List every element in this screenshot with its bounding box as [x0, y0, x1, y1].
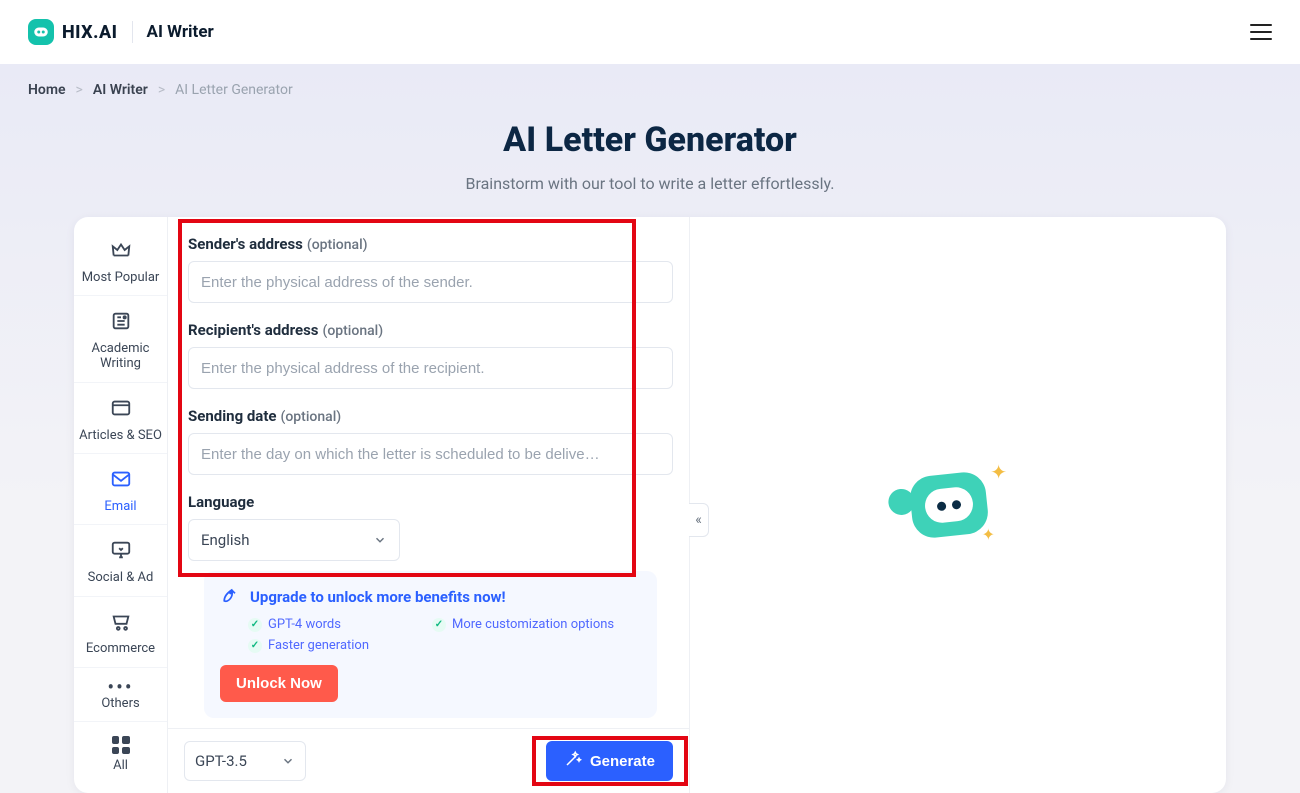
generate-button-label: Generate	[590, 753, 655, 770]
unlock-now-button[interactable]: Unlock Now	[220, 665, 338, 702]
crown-icon	[110, 239, 132, 266]
rail-ecommerce[interactable]: Ecommerce	[74, 597, 167, 668]
output-panel: « ✦ ✦	[690, 217, 1226, 793]
rail-email[interactable]: Email	[74, 454, 167, 525]
page-title: AI Letter Generator	[28, 120, 1272, 160]
language-value: English	[201, 531, 250, 549]
mascot-illustration: ✦ ✦	[903, 460, 1013, 550]
rail-all[interactable]: All	[74, 722, 167, 784]
rail-academic-writing[interactable]: Academic Writing	[74, 296, 167, 383]
sending-date-optional: (optional)	[281, 409, 342, 425]
header-divider	[132, 21, 133, 43]
rail-label: Academic Writing	[78, 341, 163, 372]
brand-logo-mark	[28, 19, 54, 45]
promo-feature: ✓GPT-4 words	[248, 617, 418, 632]
breadcrumb-sep: >	[158, 82, 165, 98]
sending-date-label: Sending date (optional)	[188, 407, 673, 425]
rail-label: Social & Ad	[88, 570, 154, 586]
upgrade-promo: Upgrade to unlock more benefits now! ✓GP…	[204, 571, 657, 718]
rail-articles-seo[interactable]: Articles & SEO	[74, 383, 167, 454]
language-select[interactable]: English	[188, 519, 400, 561]
breadcrumb-home[interactable]: Home	[28, 82, 66, 98]
collapse-form-toggle[interactable]: «	[689, 503, 709, 537]
sender-address-label: Sender's address (optional)	[188, 235, 673, 253]
promo-feature: ✓Faster generation	[248, 638, 418, 653]
breadcrumb-mid[interactable]: AI Writer	[93, 82, 148, 98]
sending-date-label-text: Sending date	[188, 407, 277, 425]
promo-feature: ✓More customization options	[432, 617, 641, 632]
field-recipient-address: Recipient's address (optional)	[188, 321, 673, 389]
sparkle-icon: ✦	[982, 525, 995, 544]
check-icon: ✓	[248, 618, 262, 632]
rail-most-popular[interactable]: Most Popular	[74, 225, 167, 296]
magic-wand-icon	[564, 750, 582, 772]
page-subtitle: Brainstorm with our tool to write a lett…	[28, 174, 1272, 193]
rail-label: Most Popular	[82, 270, 160, 286]
page-top: Home > AI Writer > AI Letter Generator A…	[0, 64, 1300, 793]
sparkle-icon: ✦	[990, 460, 1007, 484]
rail-others[interactable]: ••• Others	[74, 668, 167, 723]
sender-address-input[interactable]	[188, 261, 673, 303]
recipient-address-optional: (optional)	[322, 323, 383, 339]
rail-label: Email	[104, 499, 136, 515]
category-rail: Most Popular Academic Writing Articles &…	[74, 217, 168, 793]
rail-social-ad[interactable]: Social & Ad	[74, 525, 167, 596]
promo-heading: Upgrade to unlock more benefits now!	[220, 585, 641, 609]
main-card: Most Popular Academic Writing Articles &…	[74, 217, 1226, 793]
app-header: HIX.AI AI Writer	[0, 0, 1300, 64]
model-select[interactable]: GPT-3.5	[184, 741, 306, 781]
breadcrumb-sep: >	[76, 82, 83, 98]
chevron-down-icon	[373, 533, 387, 547]
brand-logo[interactable]: HIX.AI	[28, 19, 118, 45]
field-sender-address: Sender's address (optional)	[188, 235, 673, 303]
language-label: Language	[188, 493, 673, 511]
mail-icon	[110, 468, 132, 495]
form-panel: Sender's address (optional) Recipient's …	[168, 217, 690, 793]
recipient-address-label-text: Recipient's address	[188, 321, 318, 339]
form-footer: GPT-3.5 Generate	[168, 728, 689, 793]
breadcrumb: Home > AI Writer > AI Letter Generator	[28, 82, 1272, 98]
rail-label: Ecommerce	[86, 641, 155, 657]
sending-date-input[interactable]	[188, 433, 673, 475]
rail-label: Articles & SEO	[79, 428, 162, 444]
check-icon: ✓	[248, 639, 262, 653]
form-scroll-area: Sender's address (optional) Recipient's …	[168, 217, 689, 728]
breadcrumb-current: AI Letter Generator	[175, 82, 293, 98]
model-value: GPT-3.5	[195, 752, 247, 770]
sender-address-optional: (optional)	[307, 237, 368, 253]
promo-title: Upgrade to unlock more benefits now!	[250, 588, 506, 606]
check-icon: ✓	[432, 618, 446, 632]
more-icon: •••	[107, 682, 133, 692]
generate-button[interactable]: Generate	[546, 741, 673, 781]
monitor-icon	[110, 539, 132, 566]
rocket-icon	[220, 585, 240, 609]
app-name[interactable]: AI Writer	[147, 22, 214, 42]
cart-icon	[110, 611, 132, 638]
chevron-down-icon	[281, 754, 295, 768]
sender-address-label-text: Sender's address	[188, 235, 303, 253]
language-label-text: Language	[188, 493, 254, 511]
document-icon	[110, 310, 132, 337]
browser-icon	[110, 397, 132, 424]
recipient-address-input[interactable]	[188, 347, 673, 389]
grid-icon	[112, 736, 130, 754]
menu-icon[interactable]	[1250, 24, 1272, 40]
header-left: HIX.AI AI Writer	[28, 19, 214, 45]
rail-label: Others	[101, 696, 139, 712]
recipient-address-label: Recipient's address (optional)	[188, 321, 673, 339]
brand-logo-text: HIX.AI	[62, 22, 118, 43]
field-language: Language English	[188, 493, 673, 561]
promo-features: ✓GPT-4 words ✓More customization options…	[220, 617, 641, 653]
chevron-left-icon: «	[695, 512, 702, 528]
rail-label: All	[113, 758, 128, 774]
field-sending-date: Sending date (optional)	[188, 407, 673, 475]
